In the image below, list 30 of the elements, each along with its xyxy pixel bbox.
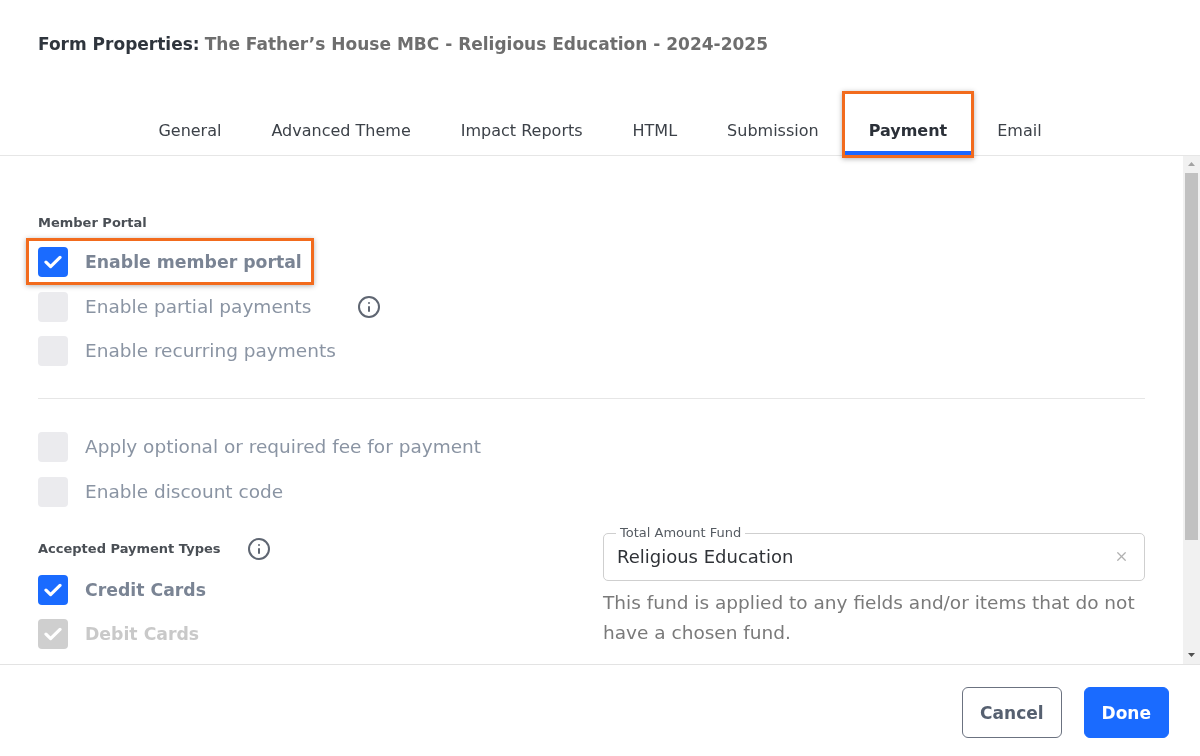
dialog-title-label: Form Properties: (38, 33, 200, 56)
clear-icon[interactable] (1114, 549, 1129, 564)
checkbox[interactable] (38, 574, 68, 605)
checkbox-label: Enable discount code (85, 479, 284, 504)
checkbox-label: Enable recurring payments (85, 339, 336, 363)
tab[interactable]: Impact Reports (436, 91, 607, 155)
checkbox[interactable] (38, 247, 68, 277)
check-icon (44, 255, 62, 269)
cancel-button[interactable]: Cancel (962, 687, 1062, 738)
checkbox-label: Enable member portal (85, 251, 302, 274)
section-heading: Member Portal (38, 214, 147, 232)
tab[interactable]: Advanced Theme (247, 91, 435, 155)
tab[interactable]: General (134, 91, 246, 155)
checkbox-label: Credit Cards (85, 578, 207, 602)
checkbox-label: Apply optional or required fee for payment (85, 435, 482, 459)
check-icon (44, 582, 62, 597)
tab[interactable]: Email (973, 91, 1066, 155)
section-heading: Accepted Payment Types (38, 539, 221, 558)
info-icon[interactable] (246, 536, 271, 561)
tab[interactable]: Submission (703, 91, 843, 155)
tab[interactable]: Payment (844, 91, 972, 155)
field-value: Religious Education (617, 544, 794, 569)
check-icon (44, 627, 62, 641)
tab[interactable]: HTML (608, 91, 702, 155)
done-button[interactable]: Done (1083, 687, 1169, 738)
help-text: This fund is applied to any fields and/or items that do not have a chosen fund. (603, 590, 1136, 645)
checkbox-label: Enable partial payments (85, 294, 312, 319)
scrollbar[interactable] (1183, 156, 1200, 664)
form-name-title: The Father’s House MBC - Religious Education - 2024-2025 (204, 33, 768, 56)
info-icon[interactable] (357, 294, 382, 319)
